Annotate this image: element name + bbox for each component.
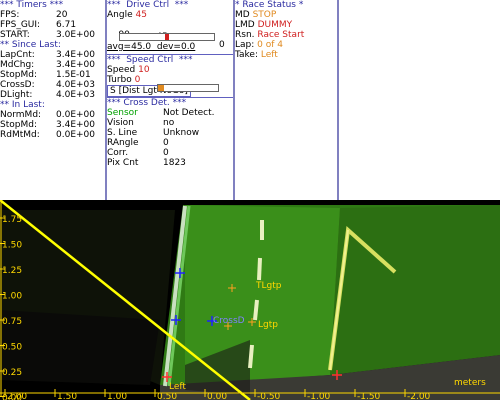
marker-label-left: Left xyxy=(169,382,186,392)
start-label: START: xyxy=(0,30,30,40)
crossd-label: CrossD: xyxy=(0,80,35,90)
turbo-label: Turbo xyxy=(107,75,132,85)
rangle-value: 0 xyxy=(163,138,169,148)
in-last-header: ** In Last: xyxy=(0,100,45,110)
lap-value: 0 of 4 xyxy=(257,40,284,50)
corr-value: 0 xyxy=(163,148,169,158)
stopmd-value: 1.5E-01 xyxy=(56,70,91,80)
sensor-label: Sensor xyxy=(107,108,138,118)
normmd-value: 0.0E+00 xyxy=(56,110,95,120)
race-status-panel: * Race Status * MD STOP LMD DUMMY Rsn. R… xyxy=(235,0,337,200)
lmd-value: DUMMY xyxy=(257,20,293,30)
x-tick-label: 1.50 xyxy=(57,392,77,400)
x-tick-label: -1.50 xyxy=(357,392,381,400)
speed-header: *** Speed Ctrl *** xyxy=(107,55,193,65)
x-tick-label: 0.00 xyxy=(207,392,227,400)
y-tick-label: 1.00 xyxy=(2,292,22,302)
x-tick-label: -2.00 xyxy=(407,392,431,400)
y-tick-label: 1.75 xyxy=(2,215,22,225)
lmd-label: LMD xyxy=(235,20,255,30)
race-header: * Race Status * xyxy=(235,0,304,10)
vision-label: Vision xyxy=(107,118,134,128)
camera-view-canvas: TLgtp Lgtp CrossD Left 1.75 1.50 1.25 1.00 0… xyxy=(0,200,500,400)
stopmd-last-value: 3.4E+00 xyxy=(56,120,95,130)
lapcnt-value: 3.4E+00 xyxy=(56,50,95,60)
lap-label: Lap: xyxy=(235,40,255,50)
turbo-value: 0 xyxy=(134,75,141,85)
speed-value: 10 xyxy=(138,65,150,75)
angle-value: 45 xyxy=(135,10,147,20)
angle-slider[interactable] xyxy=(119,33,215,41)
corr-label: Corr. xyxy=(107,148,129,158)
slider-max-label: 0 xyxy=(219,40,225,50)
y-tick-label: 0.25 xyxy=(2,368,22,378)
y-tick-label: 0.75 xyxy=(2,317,22,327)
reason-value: Race Start xyxy=(257,30,305,40)
normmd-label: NormMd: xyxy=(0,110,42,120)
timers-header: *** Timers *** xyxy=(0,0,64,10)
fps-gui-label: FPS_GUI: xyxy=(0,20,41,30)
vision-value: no xyxy=(163,118,175,128)
since-last-header: ** Since Last: xyxy=(0,40,61,50)
lapcnt-label: LapCnt: xyxy=(0,50,35,60)
x-tick-label: -1.00 xyxy=(307,392,331,400)
x-tick-label: -0.50 xyxy=(257,392,281,400)
rdmtmd-value: 0.0E+00 xyxy=(56,130,95,140)
rdmtmd-label: RdMtMd: xyxy=(0,130,40,140)
units-label: meters xyxy=(454,378,486,388)
pixcnt-value: 1823 xyxy=(163,158,186,168)
dlight-value: 4.0E+03 xyxy=(56,90,95,100)
take-label: Take: xyxy=(235,50,258,60)
drive-header: *** Drive Ctrl *** xyxy=(107,0,189,10)
marker-label-crossd: CrossD xyxy=(213,316,245,326)
sline-label: S. Line xyxy=(107,128,138,138)
stopmd-last-label: StopMd: xyxy=(0,120,37,130)
x-tick-label: 1.00 xyxy=(107,392,127,400)
speed-slider-fill xyxy=(158,85,164,91)
mdchg-value: 3.4E+00 xyxy=(56,60,95,70)
angle-slider-thumb[interactable] xyxy=(165,34,169,40)
speed-slider[interactable] xyxy=(157,84,219,92)
y-tick-label: 1.25 xyxy=(2,266,22,276)
mdchg-label: MdChg: xyxy=(0,60,35,70)
y-tick-label: 1.50 xyxy=(2,241,22,251)
dlight-label: DLight: xyxy=(0,90,33,100)
timers-panel: *** Timers *** FPS: 20 FPS_GUI: 6.71 START… xyxy=(0,0,105,200)
md-value: STOP xyxy=(252,10,277,20)
stopmd-label: StopMd: xyxy=(0,70,37,80)
x-tick-label: 2.00 xyxy=(7,392,27,400)
marker-label-tlgtp: TLgtp xyxy=(255,281,282,291)
md-label: MD xyxy=(235,10,250,20)
fps-label: FPS: xyxy=(0,10,20,20)
pixcnt-label: Pix Cnt xyxy=(107,158,139,168)
cross-header: *** Cross Det. *** xyxy=(107,98,187,108)
take-value: Left xyxy=(260,50,278,60)
angle-stats: avg=45.0 dev=0.0 xyxy=(107,42,196,52)
x-tick-label: 0.50 xyxy=(157,392,177,400)
fps-gui-value: 6.71 xyxy=(56,20,77,30)
y-tick-label: 0.50 xyxy=(2,343,22,353)
start-value: 3.0E+00 xyxy=(56,30,95,40)
reason-label: Rsn. xyxy=(235,30,255,40)
drive-ctrl-panel: *** Drive Ctrl *** Angle 45 90 0 45 avg=… xyxy=(107,0,233,200)
camera-view: TLgtp Lgtp CrossD Left 1.75 1.50 1.25 1.00 0… xyxy=(0,200,500,400)
fps-value: 20 xyxy=(56,10,68,20)
angle-label: Angle xyxy=(107,10,133,20)
sensor-value: Not Detect. xyxy=(163,108,215,118)
rangle-label: RAngle xyxy=(107,138,139,148)
marker-label-lgtp: Lgtp xyxy=(258,320,278,330)
empty-panel xyxy=(339,0,500,200)
speed-label: Speed xyxy=(107,65,136,75)
sline-value: Unknow xyxy=(163,128,200,138)
crossd-value: 4.0E+03 xyxy=(56,80,95,90)
